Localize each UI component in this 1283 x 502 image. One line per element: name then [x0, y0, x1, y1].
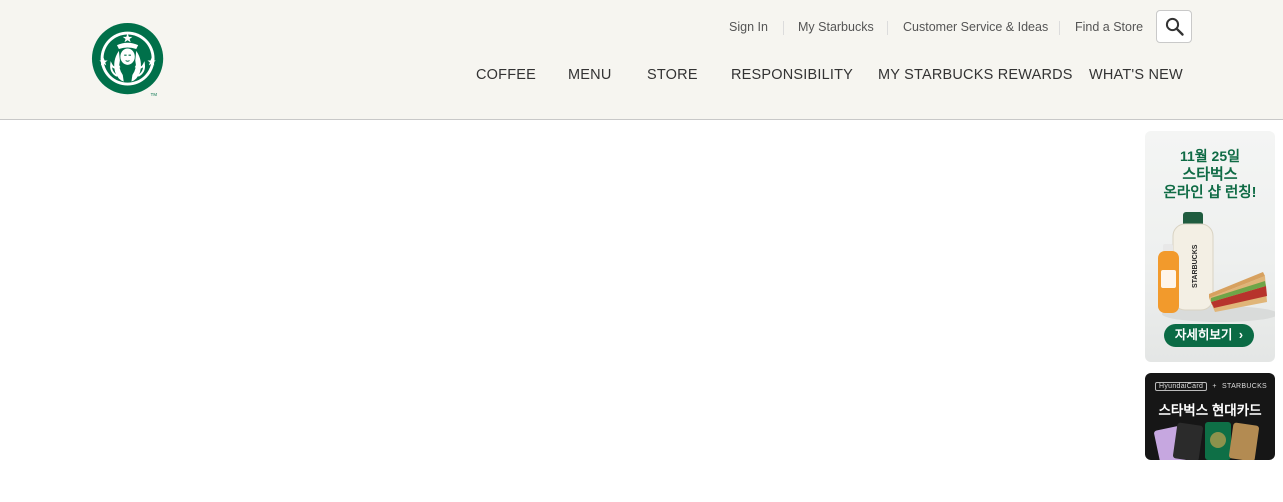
products-illustration: STARBUCKS: [1158, 212, 1275, 322]
my-starbucks-link[interactable]: My Starbucks: [798, 20, 874, 34]
card-partner-row: HyundaiCard + STARBUCKS: [1155, 382, 1268, 391]
nav-coffee[interactable]: COFFEE: [476, 67, 536, 83]
sign-in-link[interactable]: Sign In: [729, 20, 768, 34]
util-divider: [887, 21, 888, 35]
svg-text:TM: TM: [151, 92, 158, 97]
util-divider: [1059, 21, 1060, 35]
online-shop-launch-banner[interactable]: 11월 25일 스타벅스 온라인 샵 런칭! STARBUCKS 자세히보기 ›: [1145, 131, 1275, 362]
card-partner-logo: HyundaiCard: [1155, 382, 1208, 391]
chevron-right-icon: ›: [1238, 328, 1244, 342]
nav-menu[interactable]: MENU: [568, 67, 612, 83]
see-details-label: 자세히보기: [1174, 328, 1233, 342]
bottle-brand-label: STARBUCKS: [1192, 244, 1199, 288]
search-icon: [1165, 17, 1184, 36]
util-divider: [783, 21, 784, 35]
see-details-button[interactable]: 자세히보기 ›: [1164, 324, 1254, 347]
search-button[interactable]: [1156, 10, 1192, 43]
banner-date-text: 11월 25일: [1179, 148, 1241, 164]
nav-responsibility[interactable]: RESPONSIBILITY: [731, 67, 853, 83]
banner-headline-text: 온라인 샵 런칭!: [1163, 185, 1257, 201]
nav-my-starbucks-rewards[interactable]: MY STARBUCKS REWARDS: [878, 67, 1073, 83]
hyundai-card-banner[interactable]: HyundaiCard + STARBUCKS 스타벅스 현대카드: [1145, 373, 1275, 460]
customer-service-link[interactable]: Customer Service & Ideas: [903, 20, 1048, 34]
site-header: TM Sign In My Starbucks Customer Service…: [0, 0, 1283, 120]
find-store-link[interactable]: Find a Store: [1075, 20, 1143, 34]
card-title: 스타벅스 현대카드: [1158, 403, 1262, 418]
banner-brand-text: 스타벅스: [1182, 166, 1238, 183]
card-brand: STARBUCKS: [1222, 383, 1268, 390]
card-images: [1154, 422, 1259, 460]
nav-whats-new[interactable]: WHAT'S NEW: [1089, 67, 1183, 83]
nav-store[interactable]: STORE: [647, 67, 698, 83]
card-plus: +: [1212, 383, 1217, 390]
utility-nav: Sign In My Starbucks Customer Service & …: [0, 0, 1283, 56]
